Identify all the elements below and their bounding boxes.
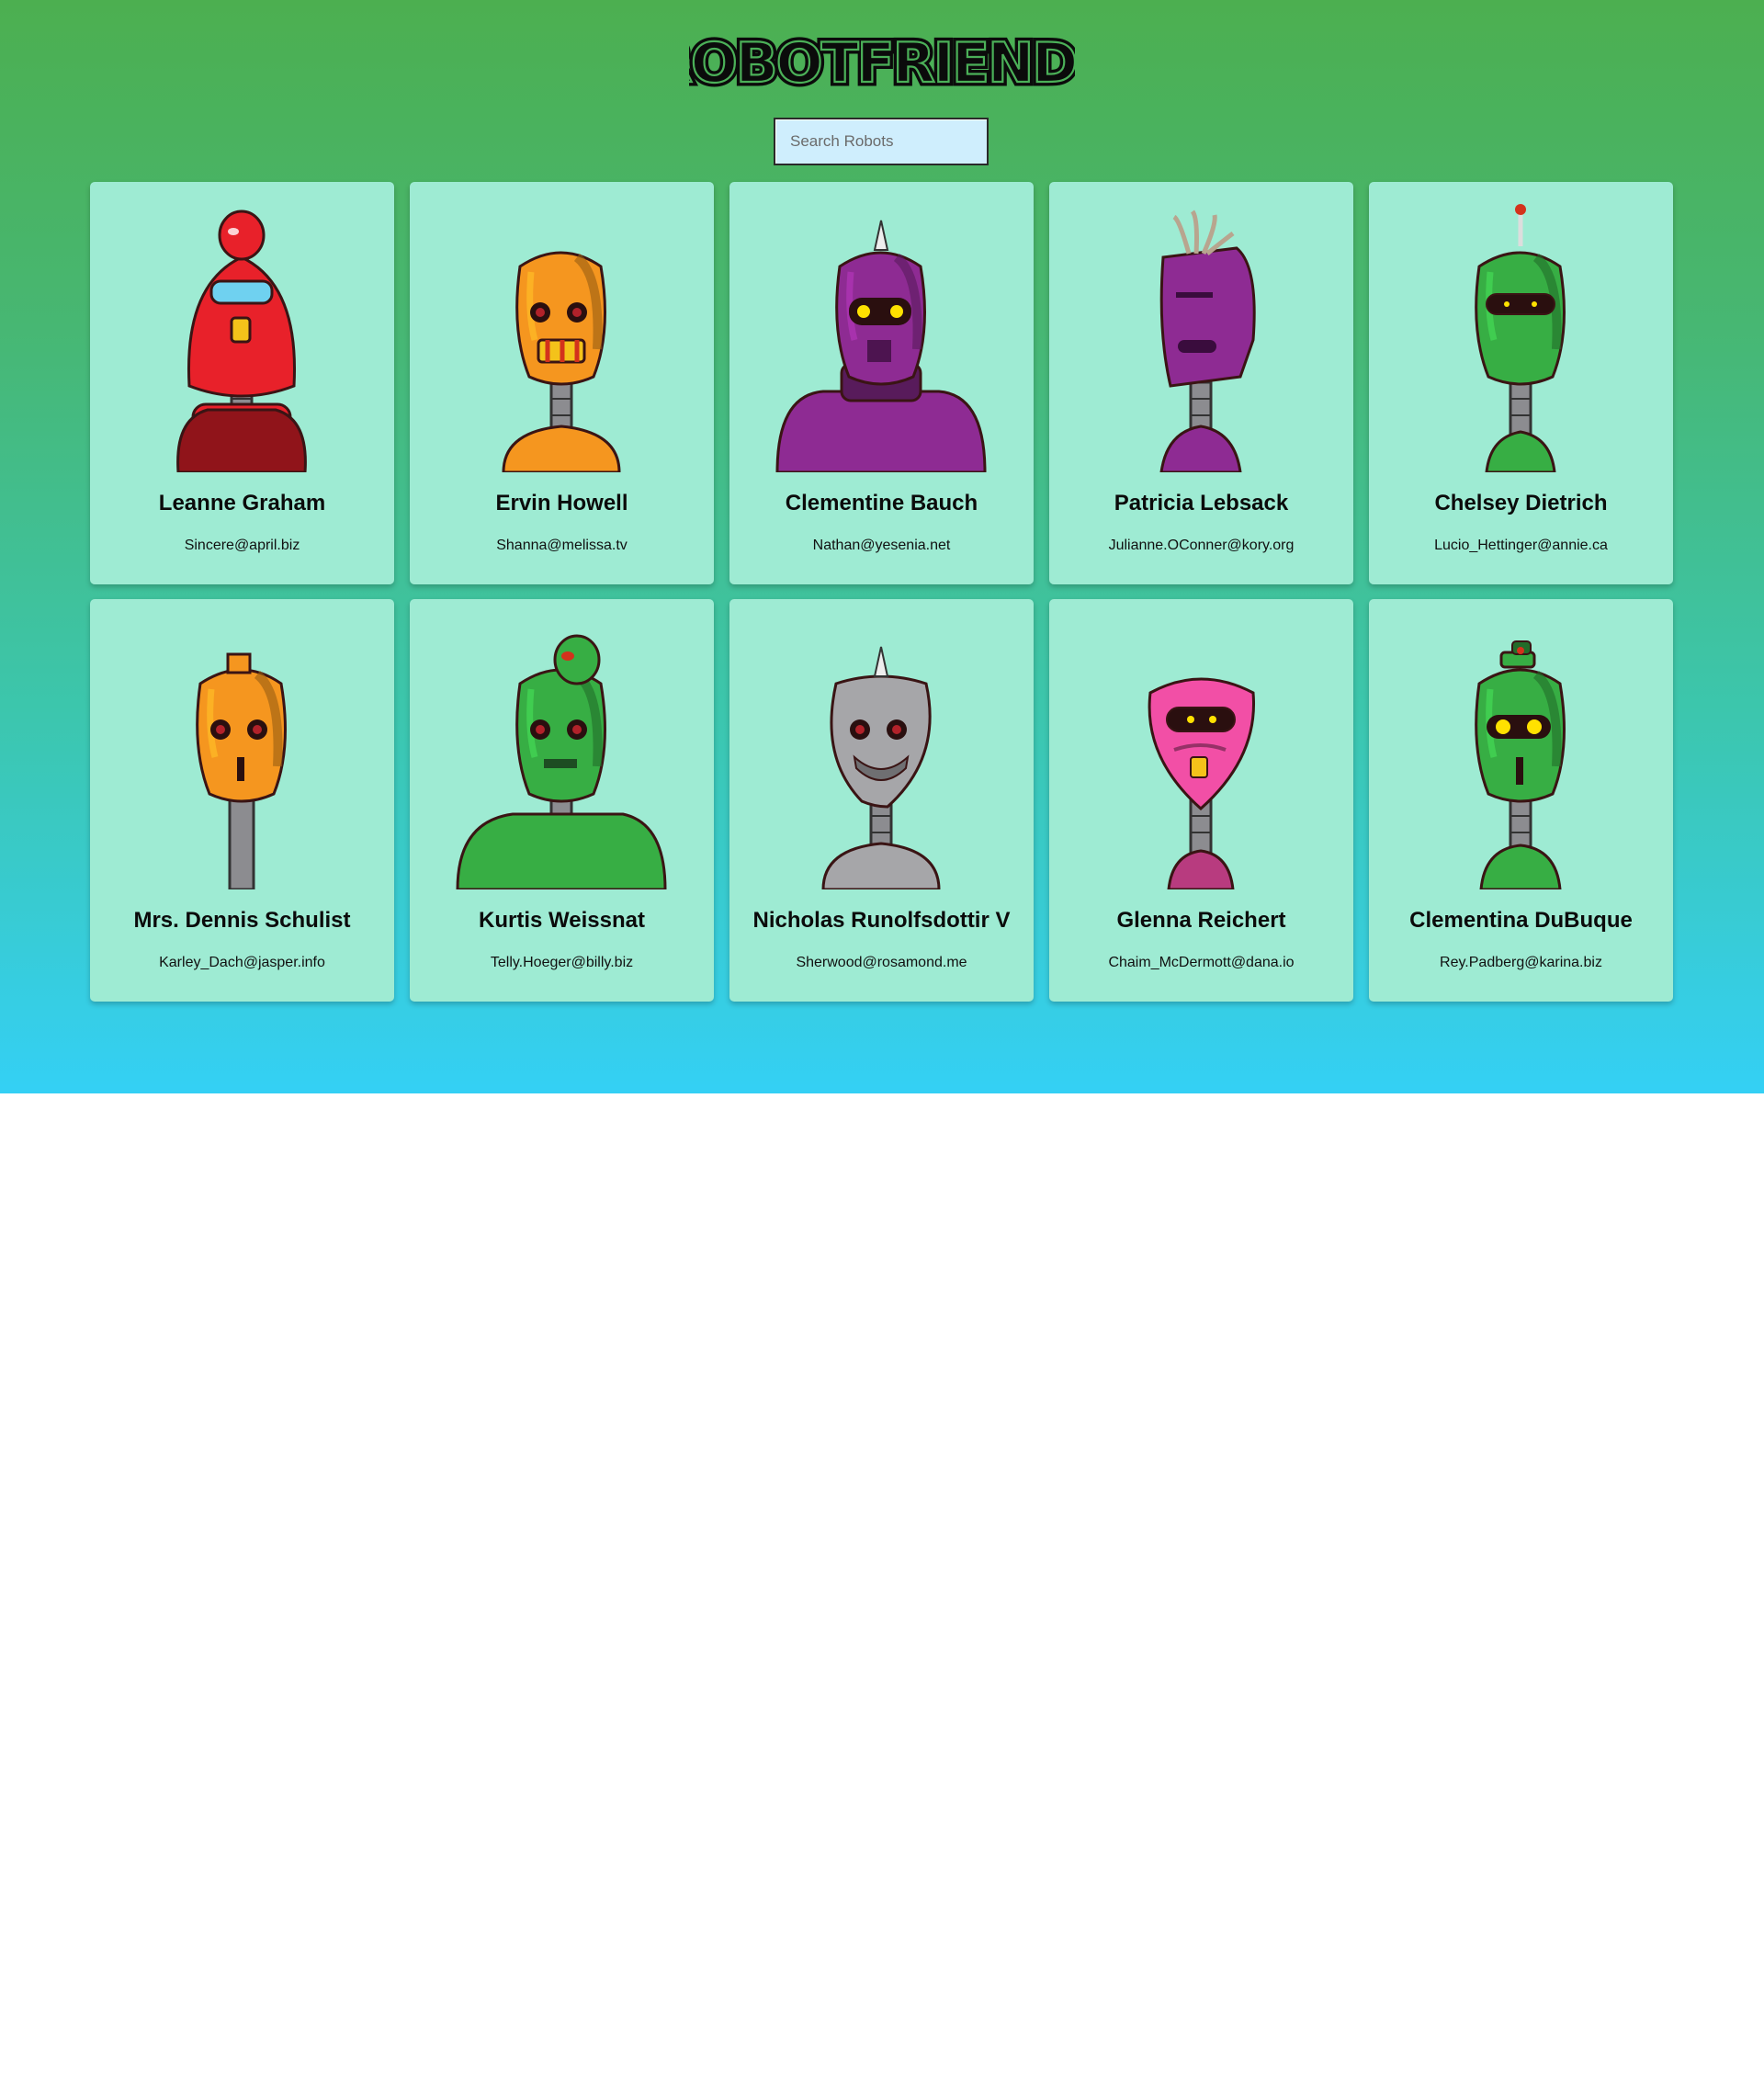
robot-card[interactable]: Glenna Reichert Chaim_McDermott@dana.io [1049, 599, 1353, 1002]
robot-email: Chaim_McDermott@dana.io [1108, 955, 1295, 970]
green-hat-robot-icon [1398, 619, 1644, 889]
green-antenna-robot-icon [1475, 204, 1566, 472]
orange-capsule-robot-icon [502, 251, 621, 472]
app-background: ROBOTFRIENDS ROBOTFRIENDS Leanne Graham … [0, 0, 1764, 1093]
robot-card[interactable]: Mrs. Dennis Schulist Karley_Dach@jasper.… [90, 599, 394, 1002]
green-dome-robot-icon [456, 634, 667, 889]
robot-email: Sherwood@rosamond.me [796, 955, 967, 970]
purple-box-robot-icon [1079, 202, 1324, 472]
robot-email: Rey.Padberg@karina.biz [1440, 955, 1602, 970]
title-logo: ROBOTFRIENDS ROBOTFRIENDS [689, 31, 1075, 92]
robot-email: Sincere@april.biz [184, 538, 300, 553]
purple-box-robot-icon [1159, 210, 1256, 472]
robot-name: Mrs. Dennis Schulist [133, 908, 351, 933]
robot-name: Glenna Reichert [1116, 908, 1286, 933]
orange-capsule-robot-icon [439, 202, 684, 472]
page-title: ROBOTFRIENDS ROBOTFRIENDS [0, 20, 1764, 103]
robot-email: Lucio_Hettinger@annie.ca [1434, 538, 1608, 553]
pink-shield-robot-icon [1079, 619, 1324, 889]
robot-card[interactable]: Clementina DuBuque Rey.Padberg@karina.bi… [1369, 599, 1673, 1002]
robot-email: Telly.Hoeger@billy.biz [490, 955, 634, 970]
purple-spike-robot-icon [775, 220, 987, 472]
gray-spike-robot-icon [759, 619, 1004, 889]
robot-name: Nicholas Runolfsdottir V [752, 908, 1011, 933]
title-text: ROBOTFRIENDS [689, 31, 1075, 92]
pink-shield-robot-icon [1148, 677, 1256, 889]
robot-name: Patricia Lebsack [1114, 491, 1289, 515]
robot-name: Clementina DuBuque [1409, 908, 1633, 933]
green-dome-robot-icon [439, 619, 684, 889]
red-dome-robot-icon [119, 202, 365, 472]
red-dome-robot-icon [176, 210, 307, 472]
search-input[interactable] [774, 118, 989, 165]
robot-card[interactable]: Leanne Graham Sincere@april.biz [90, 182, 394, 584]
green-hat-robot-icon [1475, 640, 1566, 889]
robot-name: Clementine Bauch [785, 491, 978, 515]
robot-card[interactable]: Clementine Bauch Nathan@yesenia.net [729, 182, 1034, 584]
robot-email: Julianne.OConner@kory.org [1108, 538, 1295, 553]
robot-email: Shanna@melissa.tv [496, 538, 628, 553]
purple-spike-robot-icon [759, 202, 1004, 472]
robot-name: Leanne Graham [158, 491, 326, 515]
robot-card[interactable]: Ervin Howell Shanna@melissa.tv [410, 182, 714, 584]
robot-name: Kurtis Weissnat [479, 908, 645, 933]
green-antenna-robot-icon [1398, 202, 1644, 472]
robot-email: Karley_Dach@jasper.info [159, 955, 325, 970]
robot-card[interactable]: Chelsey Dietrich Lucio_Hettinger@annie.c… [1369, 182, 1673, 584]
robot-card-list: Leanne Graham Sincere@april.biz Ervin Ho… [90, 182, 1674, 1002]
robot-card[interactable]: Patricia Lebsack Julianne.OConner@kory.o… [1049, 182, 1353, 584]
robot-card[interactable]: Nicholas Runolfsdottir V Sherwood@rosamo… [729, 599, 1034, 1002]
gray-spike-robot-icon [821, 646, 941, 889]
robot-card[interactable]: Kurtis Weissnat Telly.Hoeger@billy.biz [410, 599, 714, 1002]
robot-name: Ervin Howell [495, 491, 628, 515]
robot-email: Nathan@yesenia.net [812, 538, 951, 553]
robot-name: Chelsey Dietrich [1434, 491, 1608, 515]
orange-round-robot-icon [119, 619, 365, 889]
orange-round-robot-icon [196, 652, 287, 889]
